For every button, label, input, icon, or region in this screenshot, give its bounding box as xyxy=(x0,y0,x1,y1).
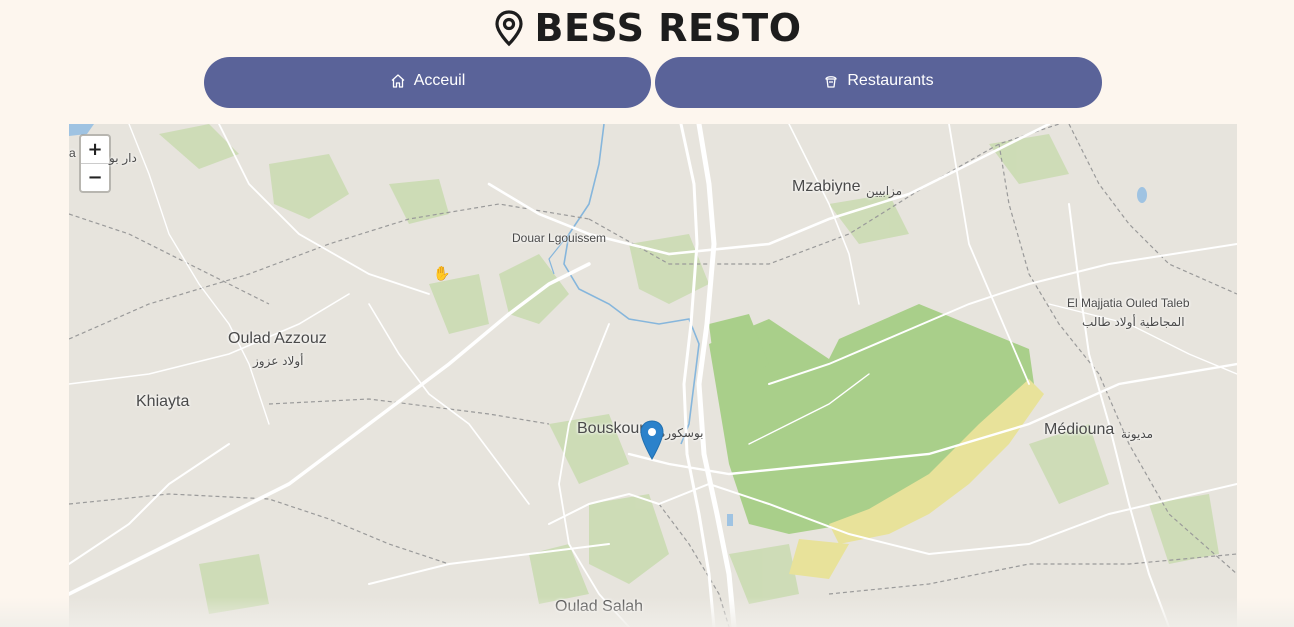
zoom-out-button[interactable]: − xyxy=(81,163,109,191)
place-label-mediouna-ar: مديونة xyxy=(1121,427,1154,441)
place-label-a: a xyxy=(69,146,76,160)
place-label-khiayta: Khiayta xyxy=(136,393,190,410)
place-label-el-majjatia: El Majjatia Ouled Taleb xyxy=(1067,296,1190,310)
brand[interactable]: BESS RESTO xyxy=(493,6,802,50)
main-nav: Acceuil Restaurants xyxy=(204,57,1102,108)
app-title: BESS RESTO xyxy=(534,6,802,50)
nav-restaurants-label: Restaurants xyxy=(847,72,934,89)
location-marker-icon[interactable] xyxy=(639,420,665,460)
nav-restaurants-button[interactable]: Restaurants xyxy=(655,57,1102,108)
place-label-mediouna: Médiouna xyxy=(1044,421,1115,438)
place-label-mzabiyne: Mzabiyne xyxy=(792,178,861,195)
map[interactable]: + − a دار بو Mzabiyne مزابيين Douar Lgou… xyxy=(69,124,1237,627)
place-label-oulad-salah: Oulad Salah xyxy=(555,598,644,615)
place-label-mzabiyne-ar: مزابيين xyxy=(866,184,903,198)
place-label-oulad-azzouz: Oulad Azzouz xyxy=(228,330,327,347)
nav-home-button[interactable]: Acceuil xyxy=(204,57,651,108)
place-label-oulad-azzouz-ar: أولاد عزوز xyxy=(253,354,304,368)
nav-home-label: Acceuil xyxy=(413,72,466,89)
place-label-douar-lgouissem: Douar Lgouissem xyxy=(512,231,607,245)
map-pin-icon xyxy=(494,10,523,47)
place-label-dar-bou: دار بو xyxy=(109,151,137,165)
zoom-control: + − xyxy=(79,134,111,193)
home-icon xyxy=(391,74,405,88)
place-label-bouskoura-ar: بوسكورة xyxy=(659,426,704,440)
grab-cursor-icon: ✋ xyxy=(433,266,451,282)
header: BESS RESTO xyxy=(0,0,1294,56)
map-tiles[interactable] xyxy=(69,124,1237,627)
zoom-in-button[interactable]: + xyxy=(81,136,109,163)
place-label-el-majjatia-ar: المجاطية أولاد طالب xyxy=(1082,315,1185,329)
restaurant-icon xyxy=(825,76,838,88)
